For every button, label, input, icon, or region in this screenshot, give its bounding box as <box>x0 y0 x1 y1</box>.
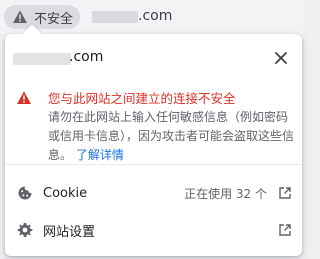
external-link-icon <box>279 224 291 236</box>
site-settings-label: 网站设置 <box>43 224 96 240</box>
cookie-row[interactable]: Cookie 正在使用 32 个 <box>5 175 302 211</box>
warning-title: 您与此网站之间建立的连接不安全 <box>48 91 236 106</box>
close-icon <box>275 52 287 64</box>
security-label: 不安全 <box>34 11 74 27</box>
close-button[interactable] <box>272 49 290 67</box>
gear-icon <box>17 223 33 237</box>
site-settings-row[interactable]: 网站设置 <box>5 212 302 248</box>
cookie-icon <box>18 186 32 200</box>
url-text: .com <box>138 8 173 24</box>
host-redacted <box>13 53 71 65</box>
cookie-label: Cookie <box>43 185 88 201</box>
url-redacted <box>92 11 138 23</box>
cookie-count: 正在使用 32 个 <box>184 186 267 201</box>
warning-triangle-icon <box>17 91 31 104</box>
external-link-icon <box>279 187 291 199</box>
learn-more-link[interactable]: 了解详情 <box>76 148 124 162</box>
warning-triangle-icon <box>13 10 27 23</box>
divider <box>5 164 302 165</box>
page-info-bubble: .com 您与此网站之间建立的连接不安全 请勿在此网站上输入任何敏感信息（例如密… <box>5 24 302 256</box>
security-chip[interactable]: 不安全 <box>4 5 80 29</box>
omnibox[interactable]: 不安全 .com <box>0 0 305 34</box>
warning-description: 请勿在此网站上输入任何敏感信息（例如密码或信用卡信息），因为攻击者可能会盗取这些… <box>48 108 298 165</box>
host-text: .com <box>69 49 104 65</box>
